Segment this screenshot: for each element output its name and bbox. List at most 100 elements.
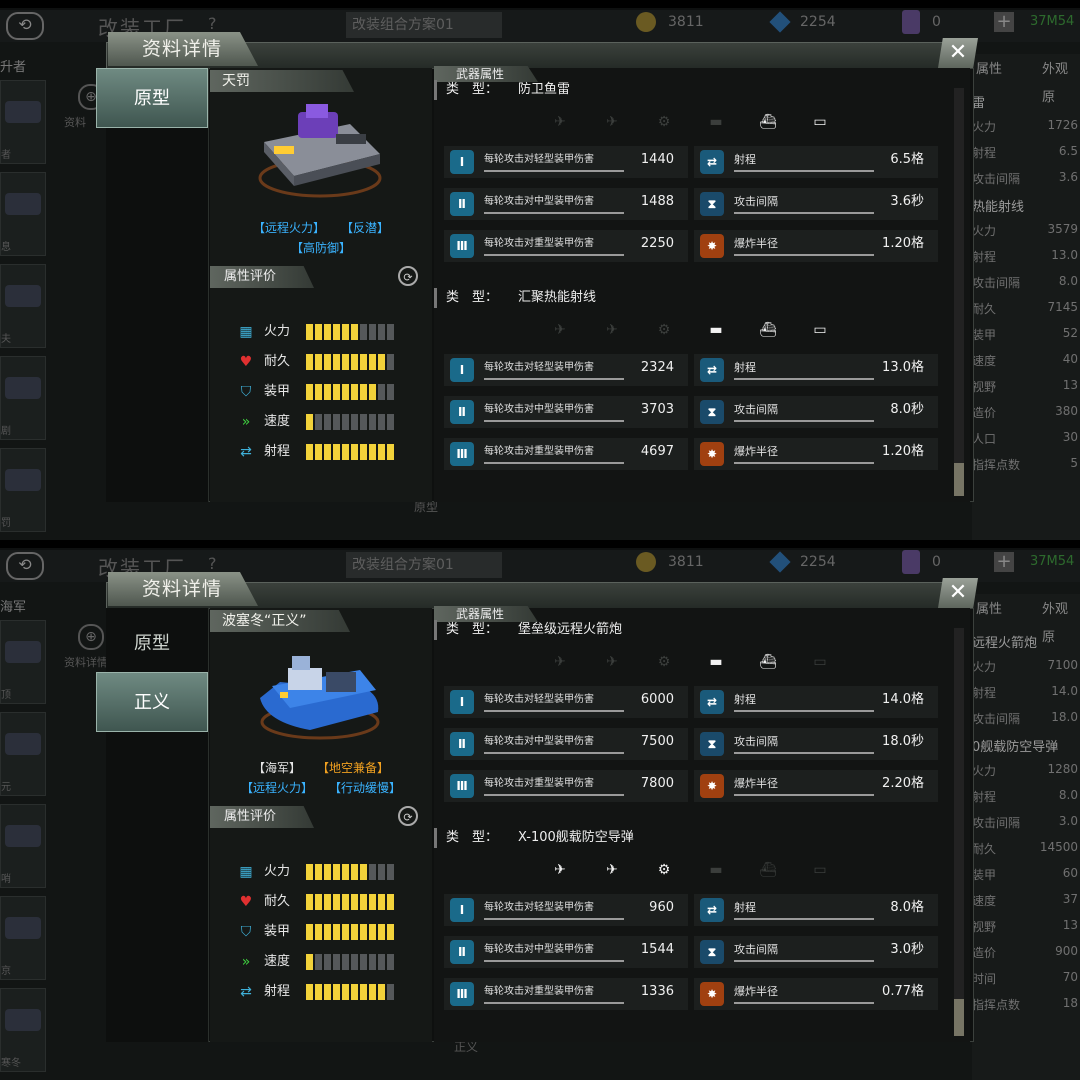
rating-segment [351,384,358,400]
stat-summary-key: 射程 [972,250,997,264]
rating-segment [342,954,349,970]
stat-summary-value: 8.0 [1058,274,1078,288]
weapon-type-marker [434,828,437,848]
stat-underline [484,918,624,920]
weapon-stat-row: Ⅰ 每轮攻击对轻型装甲伤害 2324 ⇄ 射程 13.0格 [444,354,940,386]
stat-summary-row: 人口 30 [972,430,1080,454]
rating-segment [342,444,349,460]
stat-summary-row: 速度 40 [972,352,1080,376]
rating-segment [387,954,394,970]
tab-attributes[interactable]: 属性 [976,596,1002,624]
switch-view-icon[interactable]: ⟳ [398,266,418,286]
stat-summary-key: 造价 [972,946,997,960]
stat-summary-row: 耐久 7145 [972,300,1080,324]
variant-tab[interactable]: 原型 [96,614,208,674]
unit-thumbnail [5,285,41,307]
unit-list-item[interactable]: 哨 [0,804,46,888]
unit-list-item[interactable]: 寒冬 [0,988,46,1072]
weapon-type-marker [434,620,437,640]
scheme-selector[interactable]: 改装组合方案01 [346,12,502,38]
attribute-row: ⇄ 射程 [234,442,424,462]
back-button[interactable]: ⟲ [6,552,44,580]
damage-label: 每轮攻击对轻型装甲伤害 [484,362,594,373]
screen-top: ⟲ 改装工厂? 改装组合方案01 3811 2254 0 +37M54 升者 ⊕ 资料者息夫剧罚属… [0,0,1080,540]
stat-summary-value: 13 [1062,378,1078,392]
tab-appearance[interactable]: 外观原 [1042,596,1080,645]
unit-list-item[interactable]: 剧 [0,356,46,440]
scheme-selector[interactable]: 改装组合方案01 [346,552,502,578]
weapon-stat-value: 8.0秒 [890,402,924,417]
rating-segment [342,354,349,370]
unit-list-label: 哨 [1,874,11,885]
stat-summary-key: 火力 [972,764,997,778]
help-icon[interactable]: ? [208,554,217,573]
scrollbar[interactable] [954,88,964,496]
stat-summary-key: 射程 [972,790,997,804]
armor-shield-icon: Ⅱ [450,940,474,964]
add-button[interactable]: + [994,552,1014,572]
help-icon[interactable]: ? [208,14,217,33]
filter-dropdown[interactable]: 海军 [0,596,44,615]
attribute-rating-bar [306,384,394,400]
fighter-jet-icon: ✈ [554,114,566,130]
damage-stat: Ⅰ 每轮攻击对轻型装甲伤害 6000 [444,686,688,718]
unit-list-item[interactable]: 夫 [0,264,46,348]
filter-dropdown[interactable]: 升者 [0,56,44,75]
unit-list-item[interactable]: 顶 [0,620,46,704]
variant-tab[interactable]: 原型 [96,68,208,128]
close-button[interactable]: ✕ [938,578,978,608]
unit-thumbnail [5,641,41,663]
stat-summary-row: 造价 380 [972,404,1080,428]
variant-tab[interactable]: 正义 [96,672,208,732]
stat-summary-key: 时间 [972,972,997,986]
back-button[interactable]: ⟲ [6,12,44,40]
attribute-row: » 速度 [234,412,424,432]
rating-segment [315,384,322,400]
stat-summary-row: 装甲 52 [972,326,1080,350]
weapon-stat: ⧗ 攻击间隔 3.6秒 [694,188,938,220]
switch-view-icon[interactable]: ⟳ [398,806,418,826]
card-icon [902,10,920,34]
tab-attributes[interactable]: 属性 [976,56,1002,84]
unit-list-item[interactable]: 罚 [0,448,46,532]
weapon-stat-value: 3.6秒 [890,194,924,209]
rating-segment [387,894,394,910]
unit-list-item[interactable]: 元 [0,712,46,796]
unit-list-item[interactable]: 者 [0,80,46,164]
stat-underline [734,918,874,920]
rating-segment [315,894,322,910]
rating-segment [306,384,313,400]
ship-icon: ⛴ [759,654,777,670]
scrollbar[interactable] [954,628,964,1036]
scrollbar-thumb[interactable] [954,999,964,1036]
coin-icon [636,12,656,32]
range-icon: ⇄ [700,690,724,714]
tab-appearance[interactable]: 外观原 [1042,56,1080,105]
coin-count: 3811 [668,554,704,570]
attribute-rating-bar [306,864,394,880]
damage-stat: Ⅲ 每轮攻击对重型装甲伤害 7800 [444,770,688,802]
stat-underline [484,960,624,962]
unit-list-item[interactable]: 息 [0,172,46,256]
rating-segment [333,984,340,1000]
rating-segment [369,384,376,400]
damage-label: 每轮攻击对轻型装甲伤害 [484,154,594,165]
damage-label: 每轮攻击对中型装甲伤害 [484,196,594,207]
rating-segment [369,414,376,430]
weapon-stat-row: Ⅲ 每轮攻击对重型装甲伤害 1336 ✸ 爆炸半径 0.77格 [444,978,940,1010]
submarine-icon: ▭ [813,862,827,878]
attribute-label: 火力 [264,864,291,879]
hourglass-icon: ⧗ [700,400,724,424]
close-button[interactable]: ✕ [938,38,978,68]
attribute-label: 射程 [264,444,291,459]
attribute-row: » 速度 [234,952,424,972]
damage-stat: Ⅰ 每轮攻击对轻型装甲伤害 960 [444,894,688,926]
stat-summary-row: 耐久 14500 [972,840,1080,864]
add-button[interactable]: + [994,12,1014,32]
rating-segment [378,894,385,910]
rating-segment [342,894,349,910]
scrollbar-thumb[interactable] [954,463,964,496]
unit-list-item[interactable]: 京 [0,896,46,980]
unit-info: 天罚 【远程火力】 【反潜】 【高防御】 属性评价 ⟳ ▦ 火力 ♥ 耐久 ⛉ 装甲 » 速度 ⇄ 射程 [210,68,432,502]
unit-thumbnail [5,377,41,399]
